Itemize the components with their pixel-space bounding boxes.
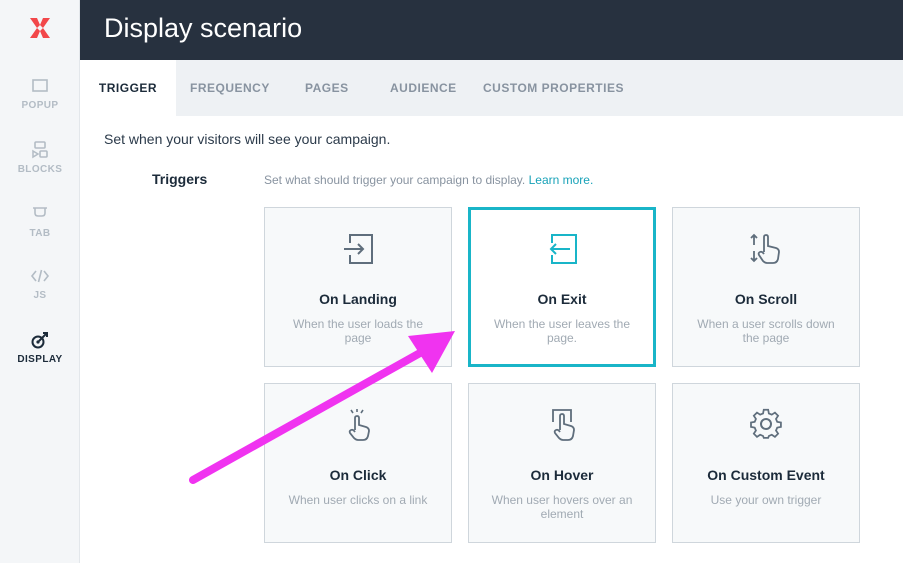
- popup-icon: [32, 79, 48, 92]
- trigger-card-on-landing[interactable]: On Landing When the user loads the page: [264, 207, 452, 367]
- gear-icon: [750, 408, 782, 439]
- sidebar-item-label: TAB: [29, 228, 51, 239]
- sidebar-item-label: DISPLAY: [17, 354, 63, 365]
- tab-pages[interactable]: PAGES: [305, 60, 349, 116]
- card-title: On Hover: [530, 467, 594, 483]
- code-icon: [30, 269, 50, 283]
- triggers-label: Triggers: [152, 171, 208, 187]
- trigger-card-on-scroll[interactable]: On Scroll When a user scrolls down the p…: [672, 207, 860, 367]
- hover-hand-icon: [552, 409, 575, 441]
- card-title: On Scroll: [734, 291, 798, 307]
- logo-icon: [30, 18, 50, 38]
- card-description: When a user scrolls down the page: [697, 317, 835, 345]
- card-description: When the user loads the page: [292, 317, 424, 345]
- sidebar-item-label: POPUP: [21, 100, 59, 111]
- card-title: On Exit: [537, 291, 587, 307]
- card-description: Use your own trigger: [710, 493, 822, 507]
- blocks-icon: [32, 141, 48, 159]
- exit-icon: [549, 234, 577, 264]
- learn-more-link[interactable]: Learn more.: [529, 173, 594, 187]
- sidebar-item-label: JS: [33, 290, 47, 301]
- hint-text: Set what should trigger your campaign to…: [264, 173, 526, 187]
- intro-text: Set when your visitors will see your cam…: [104, 131, 391, 147]
- page-header: Display scenario: [80, 0, 903, 60]
- card-title: On Landing: [319, 291, 397, 307]
- card-title: On Custom Event: [707, 467, 825, 483]
- sidebar-item-js[interactable]: JS: [0, 266, 80, 301]
- trigger-card-on-click[interactable]: On Click When user clicks on a link: [264, 383, 452, 543]
- trigger-card-on-exit[interactable]: On Exit When the user leaves the page.: [468, 207, 656, 367]
- tab-frequency[interactable]: FREQUENCY: [190, 60, 270, 116]
- trigger-card-on-custom-event[interactable]: On Custom Event Use your own trigger: [672, 383, 860, 543]
- page-title: Display scenario: [104, 13, 303, 43]
- sidebar-item-popup[interactable]: POPUP: [0, 76, 80, 111]
- sidebar: POPUP BLOCKS TAB JS DISPLAY: [0, 0, 80, 563]
- display-target-icon: [31, 332, 48, 349]
- tab-custom-properties[interactable]: CUSTOM PROPERTIES: [483, 60, 624, 116]
- card-description: When the user leaves the page.: [493, 317, 631, 345]
- card-title: On Click: [329, 467, 387, 483]
- click-hand-icon: [348, 409, 370, 441]
- card-description: When user hovers over an element: [491, 493, 633, 521]
- card-description: When user clicks on a link: [288, 493, 428, 507]
- tab-trigger[interactable]: TRIGGER: [80, 60, 176, 116]
- trigger-card-on-hover[interactable]: On Hover When user hovers over an elemen…: [468, 383, 656, 543]
- triggers-hint: Set what should trigger your campaign to…: [264, 173, 593, 187]
- sidebar-item-tab[interactable]: TAB: [0, 204, 80, 239]
- tab-audience[interactable]: AUDIENCE: [390, 60, 457, 116]
- sidebar-item-blocks[interactable]: BLOCKS: [0, 140, 80, 175]
- sidebar-item-display[interactable]: DISPLAY: [0, 330, 80, 365]
- tab-bar: TRIGGER FREQUENCY PAGES AUDIENCE CUSTOM …: [80, 60, 903, 116]
- enter-icon: [344, 234, 373, 264]
- sidebar-item-label: BLOCKS: [17, 164, 63, 175]
- tab-icon: [33, 207, 47, 217]
- scroll-hand-icon: [750, 233, 780, 264]
